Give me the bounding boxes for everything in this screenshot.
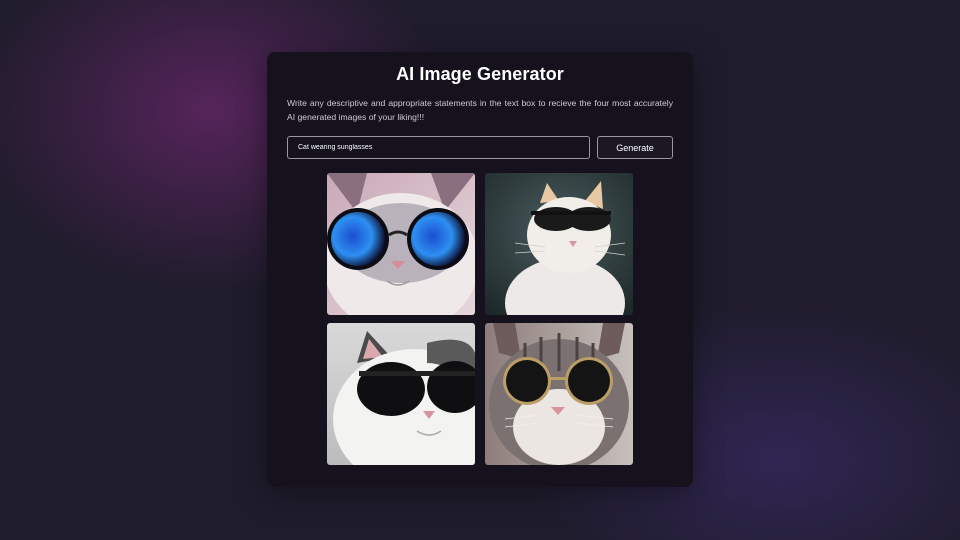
generated-image-1[interactable] — [327, 173, 475, 315]
description-text: Write any descriptive and appropriate st… — [287, 98, 673, 122]
prompt-input[interactable] — [287, 136, 590, 159]
page-title: AI Image Generator — [396, 64, 564, 84]
generated-image-2[interactable] — [485, 173, 633, 315]
generate-button[interactable]: Generate — [597, 136, 673, 159]
generated-image-3[interactable] — [327, 323, 475, 465]
generated-image-4[interactable] — [485, 323, 633, 465]
